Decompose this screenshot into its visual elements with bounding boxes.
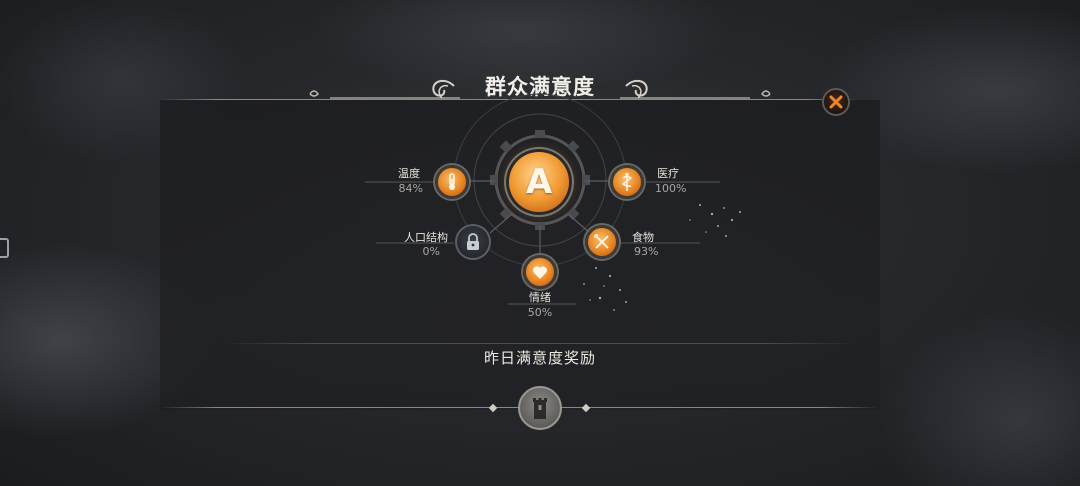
close-button[interactable]	[822, 88, 850, 116]
medical-value: 100%	[655, 182, 687, 195]
medical-node[interactable]	[610, 165, 644, 199]
mood-node[interactable]	[523, 255, 557, 289]
grade-letter: A	[525, 162, 553, 202]
food-value: 93%	[634, 245, 659, 258]
population-node[interactable]	[455, 224, 491, 260]
mood-value: 50%	[527, 306, 553, 319]
fork-knife-icon	[594, 234, 609, 249]
satisfaction-grade-badge[interactable]: A	[509, 152, 569, 212]
middle-divider	[220, 343, 860, 344]
temperature-node[interactable]	[435, 165, 469, 199]
medical-label: 医疗	[657, 167, 679, 180]
mood-label: 情绪	[529, 291, 551, 304]
population-label: 人口结构	[404, 231, 448, 244]
caduceus-icon	[621, 172, 633, 191]
close-icon	[829, 95, 843, 109]
population-value: 0%	[422, 245, 440, 258]
panel-title: 群众满意度	[485, 74, 595, 99]
side-tab-handle[interactable]	[0, 238, 9, 258]
food-label: 食物	[632, 231, 654, 244]
temperature-value: 84%	[398, 182, 423, 195]
thermometer-icon	[449, 173, 455, 190]
reward-title: 昨日满意度奖励	[483, 349, 596, 367]
temperature-label: 温度	[398, 167, 420, 180]
lock-icon	[467, 233, 479, 250]
food-node[interactable]	[585, 225, 619, 259]
panel-header: 群众满意度	[432, 70, 648, 102]
reward-button[interactable]	[518, 386, 562, 430]
heart-icon	[533, 265, 547, 279]
tower-icon	[533, 398, 547, 419]
